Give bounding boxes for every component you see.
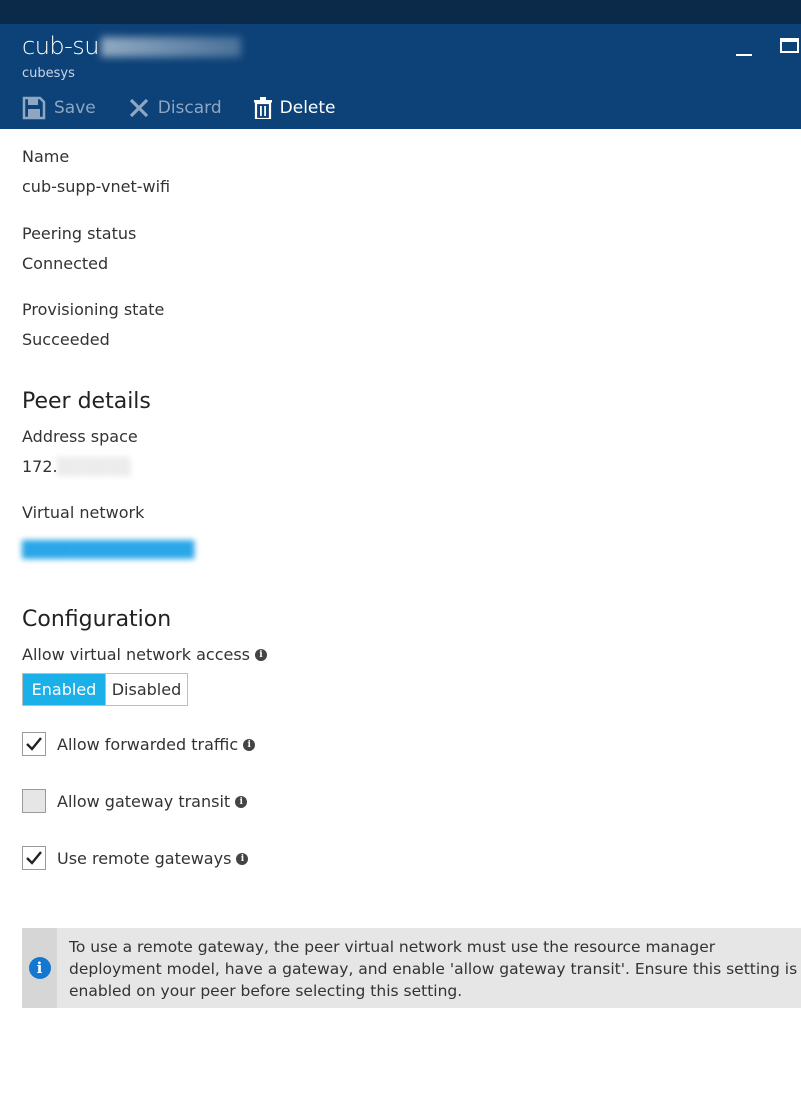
provisioning-state-label: Provisioning state <box>22 300 165 319</box>
vnet-access-label: Allow virtual network access i <box>22 645 268 664</box>
discard-button[interactable]: Discard <box>128 97 222 119</box>
forwarded-traffic-row: Allow forwarded traffic i <box>22 732 256 756</box>
checkmark-icon <box>26 737 42 751</box>
save-button[interactable]: Save <box>22 96 96 120</box>
info-icon[interactable]: i <box>255 649 268 661</box>
info-icon: i <box>28 957 51 979</box>
remote-gateway-info-box: i To use a remote gateway, the peer virt… <box>22 928 801 1008</box>
close-icon <box>128 97 150 119</box>
delete-button[interactable]: Delete <box>253 97 336 119</box>
maximize-icon[interactable] <box>780 38 799 53</box>
trash-icon <box>253 97 272 119</box>
peer-details-heading: Peer details <box>22 389 151 414</box>
remote-gateways-checkbox[interactable] <box>22 846 46 870</box>
toggle-disabled-option[interactable]: Disabled <box>105 674 187 705</box>
virtual-network-link[interactable]: ██████████████ <box>22 540 194 559</box>
gateway-transit-label: Allow gateway transit i <box>57 792 248 811</box>
minimize-icon[interactable] <box>735 36 753 56</box>
info-icon[interactable]: i <box>235 795 248 808</box>
remote-gateways-row: Use remote gateways i <box>22 846 249 870</box>
configuration-heading: Configuration <box>22 607 172 632</box>
info-icon[interactable]: i <box>236 852 249 865</box>
delete-label: Delete <box>279 98 336 118</box>
blade-subtitle: cubesys <box>22 66 75 81</box>
info-message: To use a remote gateway, the peer virtua… <box>69 938 798 1000</box>
forwarded-traffic-checkbox[interactable] <box>22 732 46 756</box>
blade-title: cub-su <box>22 32 242 60</box>
forwarded-traffic-label: Allow forwarded traffic i <box>57 735 256 754</box>
discard-label: Discard <box>157 98 222 118</box>
gateway-transit-row: Allow gateway transit i <box>22 789 248 813</box>
gateway-transit-checkbox[interactable] <box>22 789 46 813</box>
save-label: Save <box>54 98 96 118</box>
info-icon[interactable]: i <box>243 738 256 751</box>
address-space-label: Address space <box>22 427 138 446</box>
provisioning-state-value: Succeeded <box>22 330 110 349</box>
address-space-value: 172.░░░░░░ <box>22 457 132 476</box>
blade-header: cub-su cubesys Save Discard Delete <box>0 24 801 129</box>
redacted-title-blur <box>101 37 242 57</box>
redacted-address-blur: ░░░░░░ <box>57 457 132 476</box>
checkmark-icon <box>26 851 42 865</box>
virtual-network-label: Virtual network <box>22 503 145 522</box>
top-strip <box>0 0 801 24</box>
peering-status-label: Peering status <box>22 224 137 243</box>
toggle-enabled-option[interactable]: Enabled <box>23 674 105 705</box>
command-bar: Save Discard Delete <box>22 94 368 122</box>
vnet-access-toggle[interactable]: Enabled Disabled <box>22 673 188 706</box>
name-value: cub-supp-vnet-wifi <box>22 177 171 196</box>
info-strip: i <box>22 928 57 1008</box>
name-label: Name <box>22 147 70 166</box>
save-icon <box>22 96 46 120</box>
remote-gateways-label: Use remote gateways i <box>57 849 249 868</box>
peering-status-value: Connected <box>22 254 109 273</box>
